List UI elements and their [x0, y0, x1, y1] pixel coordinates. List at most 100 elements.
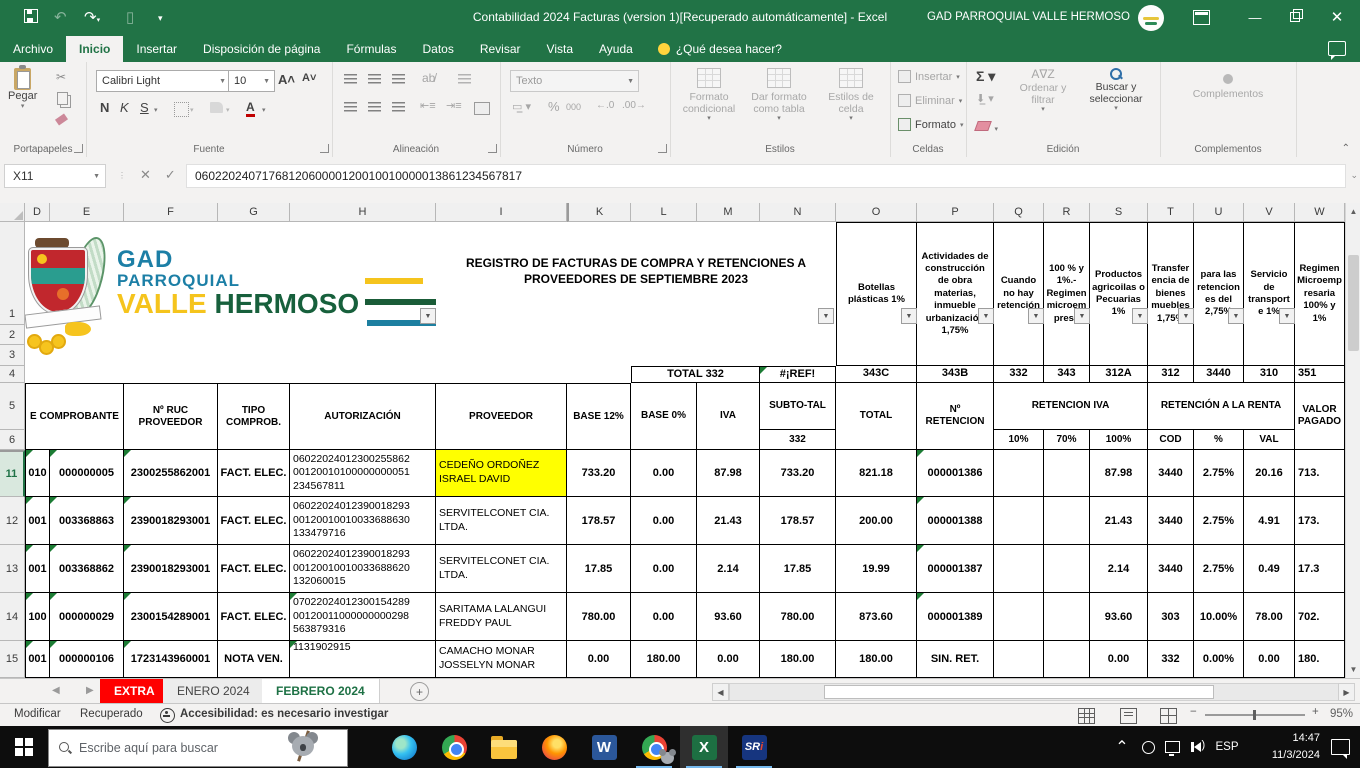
col-header-h[interactable]: H [290, 203, 436, 222]
tell-me-box[interactable]: ¿Qué desea hacer? [646, 36, 794, 62]
cell-g12[interactable]: FACT. ELEC. [218, 497, 290, 545]
comments-icon[interactable] [1328, 41, 1346, 56]
cell-343b[interactable]: 343B [917, 366, 994, 383]
col-header-q[interactable]: Q [994, 203, 1044, 222]
volume-icon[interactable] [1186, 726, 1208, 768]
cell-base12-11[interactable]: 733.20 [567, 450, 631, 497]
cell-val-14[interactable]: 78.00 [1244, 593, 1295, 641]
cell-pct-14[interactable]: 10.00% [1194, 593, 1244, 641]
grow-font-icon[interactable]: A˄ [278, 72, 295, 87]
clear-icon[interactable]: ▾ [976, 118, 998, 136]
percent-icon[interactable]: % [548, 99, 560, 114]
minimize-button[interactable]: — [1240, 8, 1270, 28]
th-autorizacion[interactable]: AUTORIZACIÓN [290, 383, 436, 450]
cell-pagado-12[interactable]: 173. [1295, 497, 1345, 545]
cell-r10-11[interactable] [994, 450, 1044, 497]
cell-h11[interactable]: 06022024012300255862 0012001010000000005… [290, 450, 436, 497]
th-70[interactable]: 70% [1044, 430, 1090, 450]
cell-iva-11[interactable]: 87.98 [697, 450, 760, 497]
cell-pagado-11[interactable]: 713. [1295, 450, 1345, 497]
tab-vista[interactable]: Vista [534, 36, 586, 62]
number-dialog-launcher[interactable] [658, 144, 667, 153]
hscroll-right-icon[interactable]: ▶ [1338, 683, 1355, 701]
col-header-l[interactable]: L [631, 203, 697, 222]
cell-nret-11[interactable]: 000001386 [917, 450, 994, 497]
row-header-5[interactable]: 5 [0, 383, 25, 430]
find-select-button[interactable]: Buscar y seleccionar▾ [1080, 68, 1152, 113]
cell-val-12[interactable]: 4.91 [1244, 497, 1295, 545]
cell-r10-15[interactable] [994, 641, 1044, 678]
new-sheet-button[interactable]: + [410, 682, 429, 701]
col-header-f[interactable]: F [124, 203, 218, 222]
restore-button[interactable] [1280, 8, 1310, 28]
cell-343[interactable]: 343 [1044, 366, 1090, 383]
cell-nret-14[interactable]: 000001389 [917, 593, 994, 641]
col-header-o[interactable]: O [836, 203, 917, 222]
format-painter-icon[interactable] [55, 113, 68, 125]
th-100[interactable]: 100% [1090, 430, 1148, 450]
cell-r10-13[interactable] [994, 545, 1044, 593]
comma-style-icon[interactable]: 000 [566, 102, 581, 112]
th-valor-pagado[interactable]: VALOR PAGADO [1295, 383, 1345, 450]
col-header-p[interactable]: P [917, 203, 994, 222]
page-layout-view-icon[interactable] [1120, 708, 1137, 724]
cell-e14[interactable]: 000000029 [50, 593, 124, 641]
cell-r100-11[interactable]: 87.98 [1090, 450, 1148, 497]
cell-base0-12[interactable]: 0.00 [631, 497, 697, 545]
cell-total-12[interactable]: 200.00 [836, 497, 917, 545]
tab-revisar[interactable]: Revisar [467, 36, 534, 62]
zoom-slider-thumb[interactable] [1253, 710, 1256, 720]
taskbar-sri[interactable]: SRi [730, 726, 778, 768]
zoom-out-icon[interactable]: − [1190, 706, 1197, 718]
avatar[interactable] [1138, 5, 1164, 31]
cell-total-332[interactable]: TOTAL 332 [631, 366, 760, 383]
cell-h12[interactable]: 06022024012390018293 0012001001003368863… [290, 497, 436, 545]
row-header-2[interactable]: 2 [0, 325, 25, 345]
fill-icon[interactable]: ⬇̲ ▾ [976, 92, 994, 105]
cell-g13[interactable]: FACT. ELEC. [218, 545, 290, 593]
accessibility-status[interactable]: Accesibilidad: es necesario investigar [180, 708, 388, 720]
taskbar-excel[interactable]: X [680, 726, 728, 768]
cat-header-agricolas[interactable]: Productos agricoilas o Pecuarias 1% [1090, 222, 1148, 366]
page-break-view-icon[interactable] [1160, 708, 1177, 724]
cell-base12-12[interactable]: 178.57 [567, 497, 631, 545]
cell-e11[interactable]: 000000005 [50, 450, 124, 497]
cell-r70-14[interactable] [1044, 593, 1090, 641]
cell-r70-13[interactable] [1044, 545, 1090, 593]
cell-subtotal-15[interactable]: 180.00 [760, 641, 836, 678]
cell-proveedor14[interactable]: SARITAMA LALANGUI FREDDY PAUL [436, 593, 567, 641]
cell-r70-11[interactable] [1044, 450, 1090, 497]
paste-button[interactable]: Pegar▾ [8, 68, 37, 110]
shrink-font-icon[interactable]: A˅ [302, 72, 316, 84]
col-header-s[interactable]: S [1090, 203, 1148, 222]
decrease-indent-icon[interactable]: ⇤≡ [420, 99, 436, 112]
cell-f14[interactable]: 2300154289001 [124, 593, 218, 641]
increase-indent-icon[interactable]: ⇥≡ [446, 99, 462, 112]
cell-subtotal-12[interactable]: 178.57 [760, 497, 836, 545]
th-tipo[interactable]: TIPO COMPROB. [218, 383, 290, 450]
cell-310[interactable]: 310 [1244, 366, 1295, 383]
cell-f12[interactable]: 2390018293001 [124, 497, 218, 545]
cell-proveedor12[interactable]: SERVITELCONET CIA. LTDA. [436, 497, 567, 545]
th-base0[interactable]: BASE 0% [631, 383, 697, 450]
align-bottom-icon[interactable] [392, 74, 405, 85]
cell-cod-15[interactable]: 332 [1148, 641, 1194, 678]
taskbar-chrome[interactable] [430, 726, 478, 768]
cell-h15[interactable]: 1131902915 [290, 641, 436, 678]
insert-cells-button[interactable]: Insertar▾ [898, 70, 960, 83]
cell-g15[interactable]: NOTA VEN. [218, 641, 290, 678]
cell-h14[interactable]: 07022024012300154289 0012001100000000029… [290, 593, 436, 641]
th-retencion-iva[interactable]: RETENCION IVA [994, 383, 1148, 430]
cell-3440[interactable]: 3440 [1194, 366, 1244, 383]
font-name-select[interactable]: Calibri Light▼ [96, 70, 231, 92]
cell-base12-13[interactable]: 17.85 [567, 545, 631, 593]
network-icon[interactable] [1162, 726, 1182, 768]
cat-header-retenciones-275[interactable]: para las retenciones del 2,75% [1194, 222, 1244, 366]
taskbar-file-explorer[interactable] [480, 726, 528, 768]
notification-center-icon[interactable] [1331, 739, 1350, 755]
cell-iva-13[interactable]: 2.14 [697, 545, 760, 593]
cell-pct-11[interactable]: 2.75% [1194, 450, 1244, 497]
taskbar-word[interactable]: W [580, 726, 628, 768]
tab-nav-right-icon[interactable]: ▶ [86, 685, 94, 696]
borders-icon[interactable] [174, 102, 189, 117]
